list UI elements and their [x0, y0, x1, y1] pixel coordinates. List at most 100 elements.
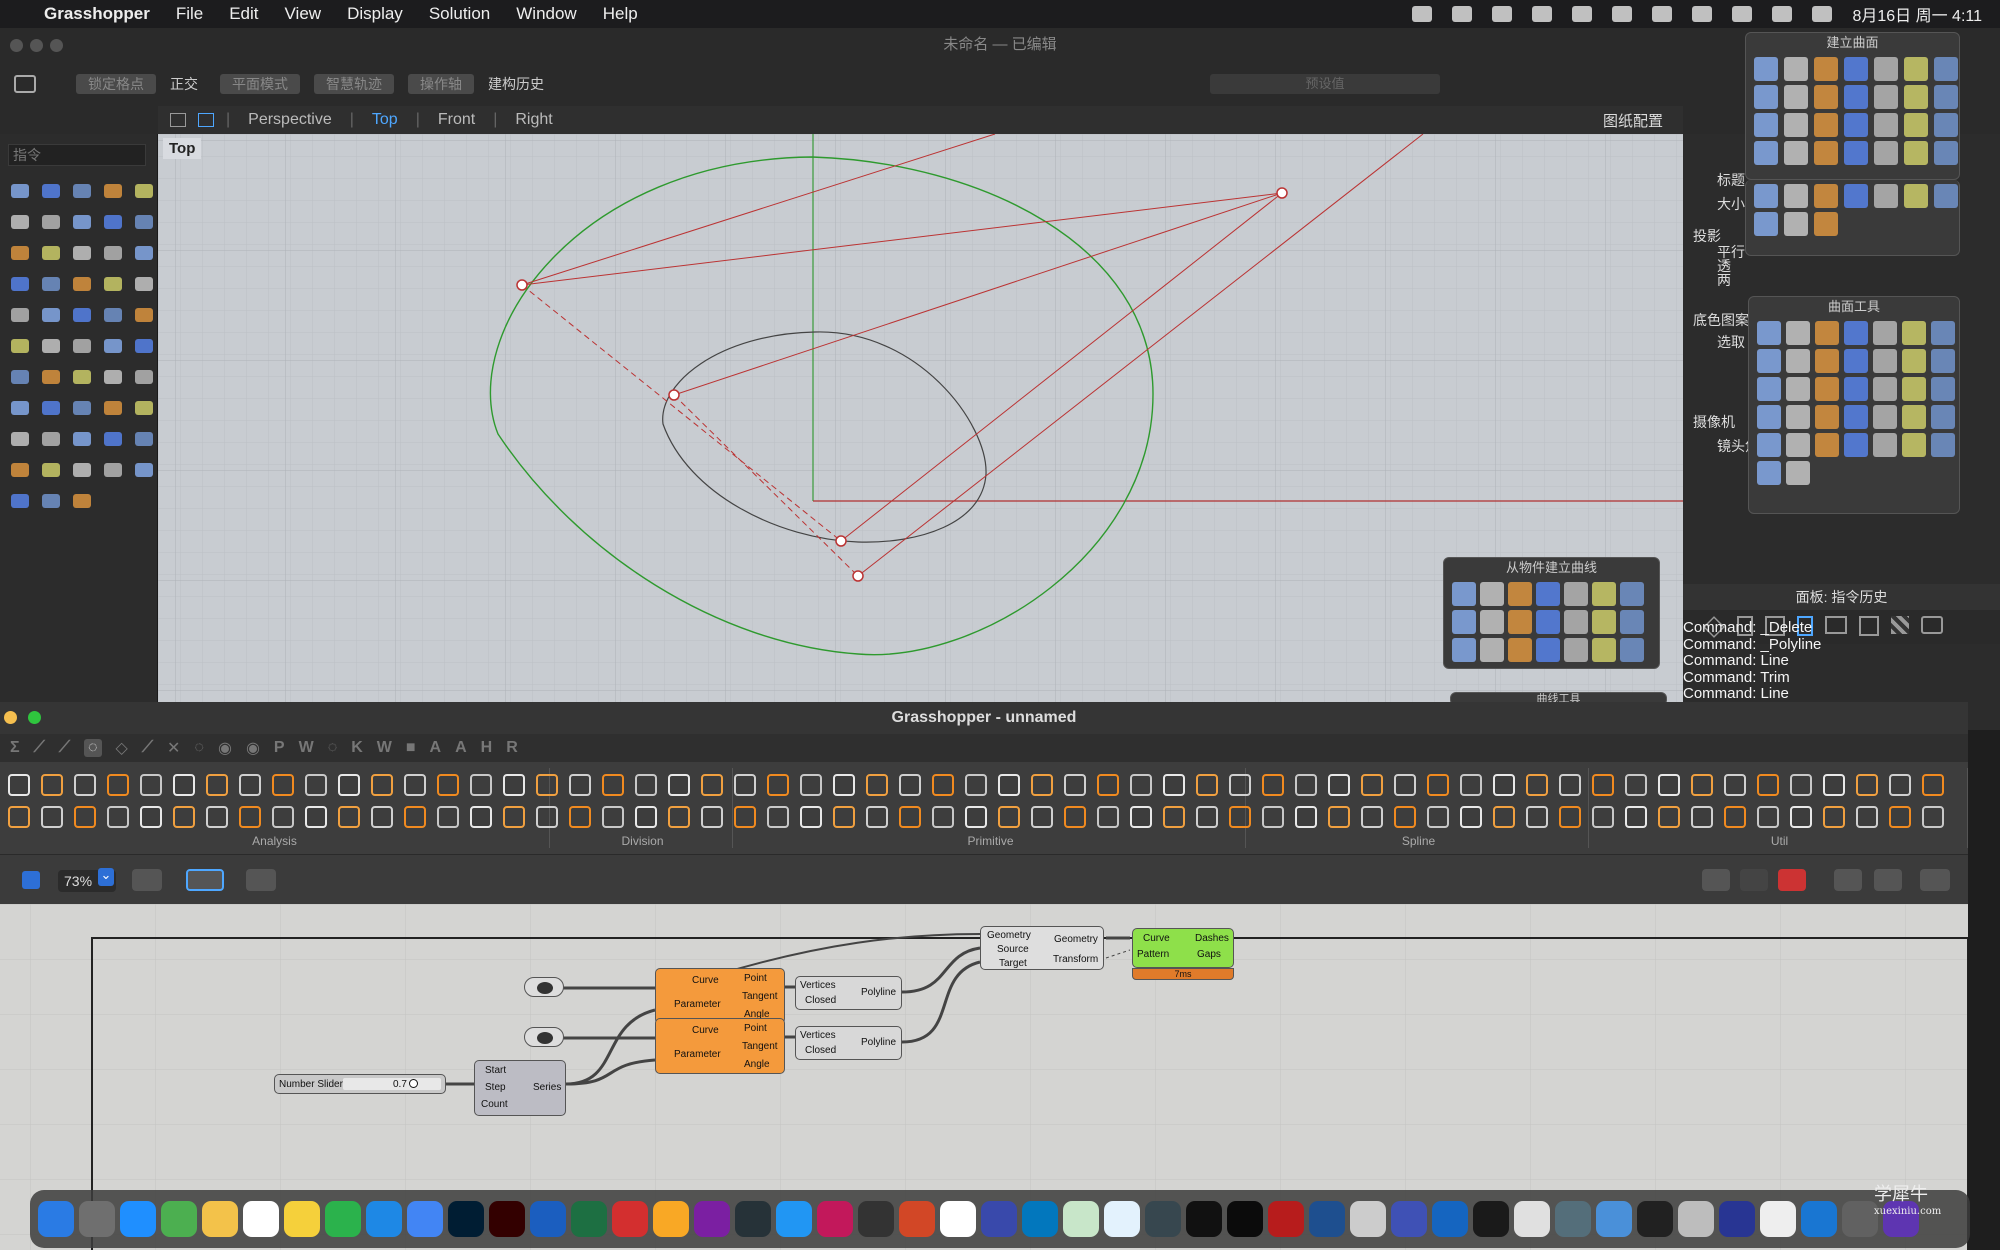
tool-icon[interactable] [1620, 582, 1644, 606]
component-icon[interactable] [1625, 806, 1647, 828]
tool-icon[interactable] [6, 207, 34, 237]
component-icon[interactable] [338, 774, 360, 796]
dock-app-icon[interactable] [1432, 1201, 1468, 1237]
component-icon[interactable] [1031, 806, 1053, 828]
component-icon[interactable] [1229, 806, 1251, 828]
component-icon[interactable] [1922, 774, 1944, 796]
number-slider[interactable]: Number Slider 0.7 [274, 1074, 446, 1094]
component-icon[interactable] [668, 774, 690, 796]
tool-icon[interactable] [1786, 377, 1810, 401]
component-icon[interactable] [734, 774, 756, 796]
component-icon[interactable] [1592, 806, 1614, 828]
preview-wire-icon[interactable] [1740, 869, 1768, 891]
tool-icon[interactable] [1874, 57, 1898, 81]
tool-icon[interactable] [1844, 349, 1868, 373]
tool-icon[interactable] [68, 331, 96, 361]
component-icon[interactable] [1196, 806, 1218, 828]
input-source[interactable]: Source [997, 944, 1029, 955]
tool-icon[interactable] [1754, 212, 1778, 236]
component-icon[interactable] [1097, 774, 1119, 796]
tool-icon[interactable] [6, 486, 34, 516]
output-dashes[interactable]: Dashes [1195, 933, 1229, 944]
component-icon[interactable] [404, 806, 426, 828]
tool-icon[interactable] [1536, 638, 1560, 662]
tool-icon[interactable] [99, 269, 127, 299]
ortho-button[interactable]: 正交 [170, 74, 198, 94]
dock-app-icon[interactable] [1596, 1201, 1632, 1237]
component-icon[interactable] [1889, 806, 1911, 828]
mute-icon[interactable] [1652, 6, 1673, 22]
component-icon[interactable] [437, 806, 459, 828]
tool-icon[interactable] [1904, 184, 1928, 208]
tool-icon[interactable] [1757, 405, 1781, 429]
series-component[interactable]: Start Step Count Series [474, 1060, 566, 1116]
tool-icon[interactable] [1564, 610, 1588, 634]
component-icon[interactable] [1658, 774, 1680, 796]
component-icon[interactable] [503, 806, 525, 828]
component-icon[interactable] [1328, 774, 1350, 796]
tool-icon[interactable] [1620, 610, 1644, 634]
tool-icon[interactable] [1784, 212, 1808, 236]
menu-view[interactable]: View [285, 4, 322, 24]
component-icon[interactable] [305, 806, 327, 828]
tool-icon[interactable] [1786, 349, 1810, 373]
tool-icon[interactable] [1536, 610, 1560, 634]
tool-icon[interactable] [6, 424, 34, 454]
tool-icon[interactable] [37, 269, 65, 299]
component-icon[interactable] [338, 806, 360, 828]
single-layout-icon[interactable] [198, 113, 214, 127]
component-icon[interactable] [173, 774, 195, 796]
component-icon[interactable] [1691, 806, 1713, 828]
tool-icon[interactable] [68, 486, 96, 516]
component-icon[interactable] [800, 774, 822, 796]
component-icon[interactable] [470, 806, 492, 828]
dock-app-icon[interactable] [161, 1201, 197, 1237]
output-transform[interactable]: Transform [1053, 954, 1098, 965]
orient-component[interactable]: Geometry Source Target Geometry Transfor… [980, 926, 1104, 970]
component-icon[interactable] [965, 774, 987, 796]
tool-icon[interactable] [1757, 349, 1781, 373]
component-icon[interactable] [998, 806, 1020, 828]
component-icon[interactable] [1130, 774, 1152, 796]
dock-app-icon[interactable] [407, 1201, 443, 1237]
tool-icon[interactable] [1754, 57, 1778, 81]
tool-icon[interactable] [37, 207, 65, 237]
tool-icon[interactable] [1844, 85, 1868, 109]
dock-app-icon[interactable] [1022, 1201, 1058, 1237]
component-icon[interactable] [1922, 806, 1944, 828]
component-icon[interactable] [1361, 806, 1383, 828]
component-icon[interactable] [74, 806, 96, 828]
sidebar-toggle-icon[interactable] [14, 75, 36, 93]
tool-icon[interactable] [1931, 405, 1955, 429]
gh-tab[interactable]: ◇ [116, 738, 128, 758]
tool-icon[interactable] [99, 331, 127, 361]
preview-selected-icon[interactable] [1778, 869, 1806, 891]
point-marker[interactable] [835, 535, 847, 547]
component-icon[interactable] [701, 806, 723, 828]
component-icon[interactable] [1493, 806, 1515, 828]
bell-icon[interactable] [1412, 6, 1433, 22]
component-icon[interactable] [239, 806, 261, 828]
tool-icon[interactable] [1931, 349, 1955, 373]
curve-param[interactable] [524, 977, 564, 997]
tool-icon[interactable] [1874, 184, 1898, 208]
tool-icon[interactable] [1931, 321, 1955, 345]
gh-tab[interactable]: ◉ [218, 738, 232, 758]
tool-icon[interactable] [1786, 461, 1810, 485]
tool-icon[interactable] [1934, 85, 1958, 109]
dock-app-icon[interactable] [735, 1201, 771, 1237]
sketch-pen-icon[interactable] [246, 869, 276, 891]
dock-app-icon[interactable] [817, 1201, 853, 1237]
dock-app-icon[interactable] [1842, 1201, 1878, 1237]
component-icon[interactable] [41, 806, 63, 828]
component-icon[interactable] [1856, 806, 1878, 828]
output-point[interactable]: Point [744, 973, 767, 984]
component-icon[interactable] [833, 774, 855, 796]
tool-icon[interactable] [99, 455, 127, 485]
gh-tab[interactable]: W [377, 739, 392, 757]
tool-icon[interactable] [130, 393, 158, 423]
tool-icon[interactable] [130, 207, 158, 237]
gh-tab[interactable]: ✕ [167, 738, 180, 758]
dock-app-icon[interactable] [1186, 1201, 1222, 1237]
zoom-button[interactable] [50, 39, 63, 52]
